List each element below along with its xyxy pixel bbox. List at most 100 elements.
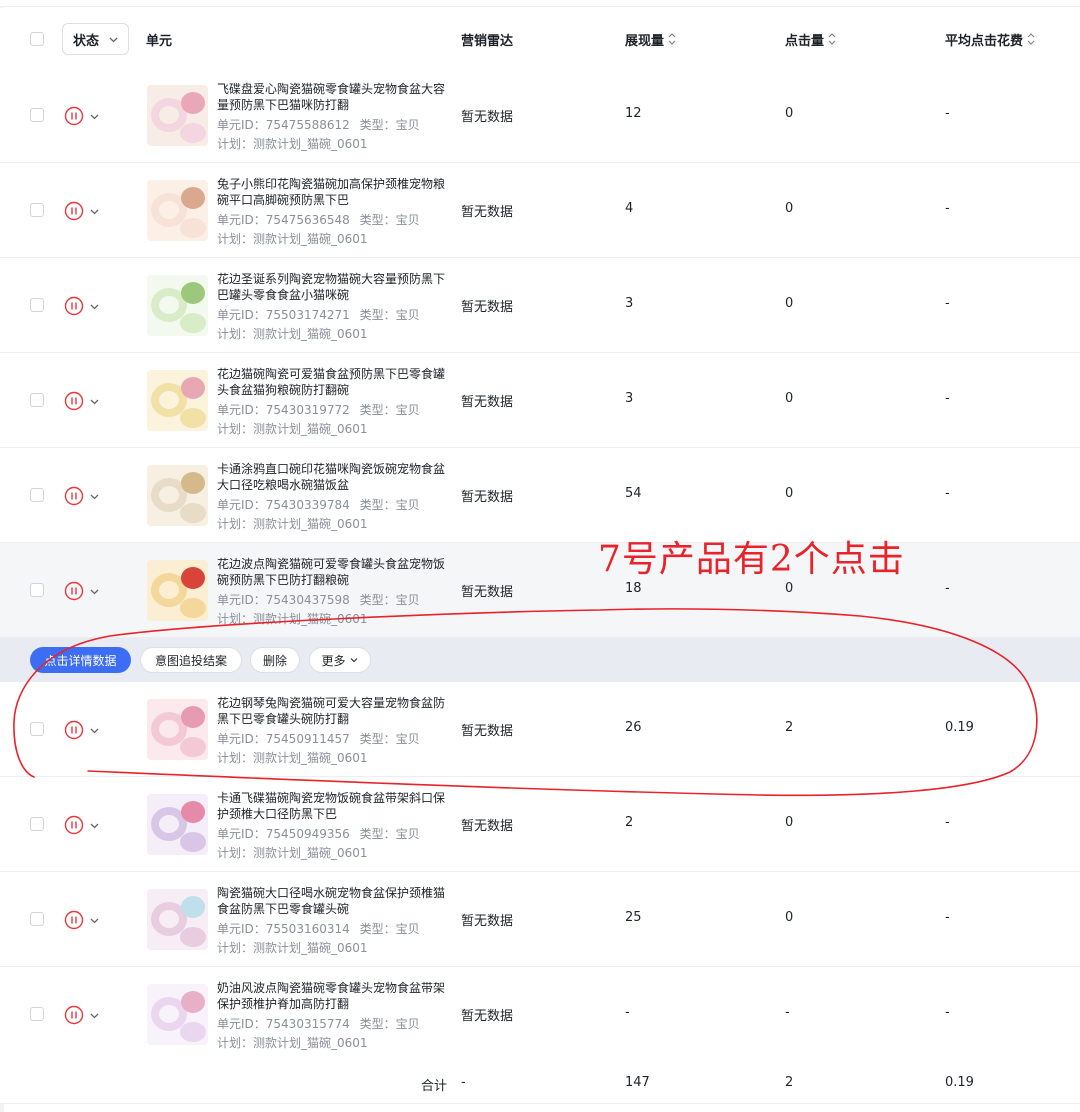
chevron-down-icon[interactable]	[89, 586, 100, 597]
sort-icon[interactable]	[1026, 32, 1036, 46]
table-row[interactable]: 陶瓷猫碗大口径喝水碗宠物食盆保护颈椎猫食盆防黑下巴零食罐头碗 单元ID：7550…	[0, 872, 1080, 967]
row-checkbox[interactable]	[30, 203, 44, 217]
pause-icon[interactable]	[64, 296, 84, 316]
product-title[interactable]: 卡通飞碟猫碗陶瓷宠物饭碗食盆带架斜口保护颈椎大口径防黑下巴	[217, 790, 447, 822]
table-row[interactable]: 兔子小熊印花陶瓷猫碗加高保护颈椎宠物粮碗平口高脚碗预防黑下巴 单元ID：7547…	[0, 163, 1080, 258]
chevron-down-icon[interactable]	[89, 915, 100, 926]
product-thumbnail	[147, 794, 208, 855]
table-row[interactable]: 卡通飞碟猫碗陶瓷宠物饭碗食盆带架斜口保护颈椎大口径防黑下巴 单元ID：75450…	[0, 777, 1080, 872]
product-title[interactable]: 飞碟盘爱心陶瓷猫碗零食罐头宠物食盆大容量预防黑下巴猫咪防打翻	[217, 81, 447, 113]
unit-meta: 单元ID：75503160314 类型：宝贝	[217, 920, 420, 938]
impressions-cell: 18	[625, 581, 642, 596]
delete-button[interactable]: 删除	[250, 647, 300, 673]
row-checkbox[interactable]	[30, 393, 44, 407]
radar-cell: 暂无数据	[461, 914, 514, 929]
more-button-label: 更多	[321, 653, 346, 668]
chevron-down-icon[interactable]	[89, 396, 100, 407]
col-radar-label: 营销雷达	[461, 33, 514, 49]
table-row[interactable]: 花边圣诞系列陶瓷宠物猫碗大容量预防黑下巴罐头零食食盆小猫咪碗 单元ID：7550…	[0, 258, 1080, 353]
unit-meta: 单元ID：75475636548 类型：宝贝	[217, 211, 420, 229]
clicks-cell: 0	[785, 581, 794, 596]
chevron-down-icon[interactable]	[89, 1010, 100, 1021]
radar-cell: 暂无数据	[461, 819, 514, 834]
product-title[interactable]: 兔子小熊印花陶瓷猫碗加高保护颈椎宠物粮碗平口高脚碗预防黑下巴	[217, 176, 447, 208]
sort-icon[interactable]	[827, 32, 837, 46]
total-clicks: 2	[785, 1075, 794, 1090]
unit-type: 类型：宝贝	[359, 498, 420, 512]
select-all-checkbox[interactable]	[30, 32, 44, 46]
pause-icon[interactable]	[64, 201, 84, 221]
product-title[interactable]: 卡通涂鸦直口碗印花猫咪陶瓷饭碗宠物食盆大口径吃粮喝水碗猫饭盆	[217, 461, 447, 493]
sort-icon[interactable]	[667, 32, 677, 46]
product-title[interactable]: 陶瓷猫碗大口径喝水碗宠物食盆保护颈椎猫食盆防黑下巴零食罐头碗	[217, 885, 447, 917]
avg-cost-cell: -	[945, 486, 950, 501]
table-row[interactable]: 花边猫碗陶瓷可爱猫食盆预防黑下巴零食罐头食盆猫狗粮碗防打翻碗 单元ID：7543…	[0, 353, 1080, 448]
pause-icon[interactable]	[64, 720, 84, 740]
pause-icon[interactable]	[64, 486, 84, 506]
clicks-cell: 0	[785, 815, 794, 830]
table-header: 状态 单元 营销雷达 展现量 点击量 平均点击花费	[0, 8, 1080, 70]
impressions-cell: 54	[625, 486, 642, 501]
row-checkbox[interactable]	[30, 722, 44, 736]
unit-meta: 单元ID：75475588612 类型：宝贝	[217, 116, 420, 134]
impressions-cell: 3	[625, 391, 634, 406]
product-title[interactable]: 花边钢琴兔陶瓷猫碗可爱大容量宠物食盆防黑下巴零食罐头碗防打翻	[217, 695, 447, 727]
col-impressions[interactable]: 展现量	[625, 8, 677, 70]
row-checkbox[interactable]	[30, 817, 44, 831]
row-checkbox[interactable]	[30, 488, 44, 502]
total-radar: -	[461, 1075, 466, 1090]
col-clicks[interactable]: 点击量	[785, 8, 837, 70]
pause-icon[interactable]	[64, 1005, 84, 1025]
impressions-cell: 3	[625, 296, 634, 311]
radar-cell: 暂无数据	[461, 724, 514, 739]
chevron-down-icon[interactable]	[89, 491, 100, 502]
chevron-down-icon[interactable]	[89, 206, 100, 217]
click-detail-button[interactable]: 点击详情数据	[30, 647, 131, 673]
pause-icon[interactable]	[64, 106, 84, 126]
plan-name: 计划：测款计划_猫碗_0601	[217, 941, 368, 955]
unit-id: 单元ID：75503174271	[217, 308, 350, 322]
table-row[interactable]: 飞碟盘爱心陶瓷猫碗零食罐头宠物食盆大容量预防黑下巴猫咪防打翻 单元ID：7547…	[0, 68, 1080, 163]
col-avg-cost[interactable]: 平均点击花费	[945, 8, 1036, 70]
pause-icon[interactable]	[64, 910, 84, 930]
intent-followup-button[interactable]: 意图追投结案	[140, 647, 242, 673]
product-title[interactable]: 花边圣诞系列陶瓷宠物猫碗大容量预防黑下巴罐头零食食盆小猫咪碗	[217, 271, 447, 303]
avg-cost-cell: -	[945, 1005, 950, 1020]
more-button[interactable]: 更多	[309, 647, 371, 673]
table-row[interactable]: 花边波点陶瓷猫碗可爱零食罐头食盆宠物饭碗预防黑下巴防打翻粮碗 单元ID：7543…	[0, 543, 1080, 638]
table-row[interactable]: 奶油风波点陶瓷猫碗零食罐头宠物食盆带架保护颈椎护脊加高防打翻 单元ID：7543…	[0, 967, 1080, 1062]
plan-name: 计划：测款计划_猫碗_0601	[217, 517, 368, 531]
pause-icon[interactable]	[64, 815, 84, 835]
row-checkbox[interactable]	[30, 912, 44, 926]
product-title[interactable]: 花边波点陶瓷猫碗可爱零食罐头食盆宠物饭碗预防黑下巴防打翻粮碗	[217, 556, 447, 588]
row-action-bar: 点击详情数据 意图追投结案 删除 更多	[0, 638, 1080, 682]
row-checkbox[interactable]	[30, 583, 44, 597]
status-filter-select[interactable]: 状态	[62, 23, 129, 55]
total-impressions: 147	[625, 1075, 650, 1090]
chevron-down-icon[interactable]	[89, 301, 100, 312]
row-checkbox[interactable]	[30, 1007, 44, 1021]
col-unit-label: 单元	[146, 33, 173, 49]
table-row[interactable]: 花边钢琴兔陶瓷猫碗可爱大容量宠物食盆防黑下巴零食罐头碗防打翻 单元ID：7545…	[0, 682, 1080, 777]
chevron-down-icon[interactable]	[89, 111, 100, 122]
pause-icon[interactable]	[64, 391, 84, 411]
row-checkbox[interactable]	[30, 108, 44, 122]
plan-name: 计划：测款计划_猫碗_0601	[217, 232, 368, 246]
plan-name: 计划：测款计划_猫碗_0601	[217, 1036, 368, 1050]
plan-name: 计划：测款计划_猫碗_0601	[217, 327, 368, 341]
chevron-down-icon[interactable]	[89, 725, 100, 736]
table-row[interactable]: 卡通涂鸦直口碗印花猫咪陶瓷饭碗宠物食盆大口径吃粮喝水碗猫饭盆 单元ID：7543…	[0, 448, 1080, 543]
radar-cell: 暂无数据	[461, 1009, 514, 1024]
product-thumbnail	[147, 560, 208, 621]
pause-icon[interactable]	[64, 581, 84, 601]
total-avg-cost: 0.19	[945, 1075, 974, 1090]
row-checkbox[interactable]	[30, 298, 44, 312]
product-title[interactable]: 花边猫碗陶瓷可爱猫食盆预防黑下巴零食罐头食盆猫狗粮碗防打翻碗	[217, 366, 447, 398]
avg-cost-cell: -	[945, 106, 950, 121]
unit-type: 类型：宝贝	[359, 922, 420, 936]
avg-cost-cell: 0.19	[945, 720, 974, 735]
unit-type: 类型：宝贝	[359, 403, 420, 417]
annotation-text: 7号产品有2个点击	[598, 539, 905, 580]
chevron-down-icon[interactable]	[89, 820, 100, 831]
product-title[interactable]: 奶油风波点陶瓷猫碗零食罐头宠物食盆带架保护颈椎护脊加高防打翻	[217, 980, 447, 1012]
